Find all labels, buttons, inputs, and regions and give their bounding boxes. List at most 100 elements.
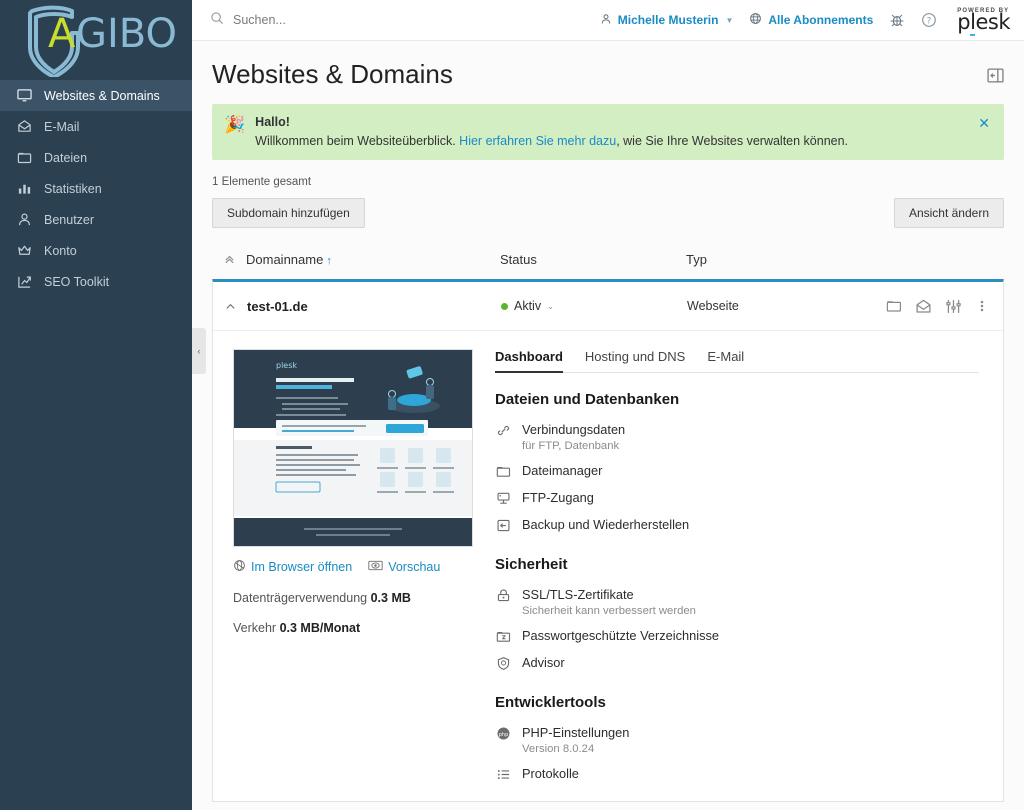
envelope-icon[interactable] [915, 298, 932, 315]
sidebar-item-statistiken[interactable]: Statistiken [0, 173, 192, 204]
disk-usage-stat: Datenträgerverwendung 0.3 MB [233, 591, 411, 605]
plesk-logo[interactable]: POWERED BY plesk [957, 8, 1010, 36]
server-icon [495, 491, 512, 506]
option-php-einstellungen[interactable]: php PHP-Einstellungen Version 8.0.24 [495, 719, 979, 760]
tab-hosting-dns[interactable]: Hosting und DNS [585, 349, 685, 372]
banner-learn-more-link[interactable]: Hier erfahren Sie mehr dazu [459, 134, 616, 148]
question-circle-icon[interactable]: ? [921, 12, 937, 28]
change-view-button[interactable]: Ansicht ändern [893, 198, 1004, 228]
site-thumbnail[interactable]: plesk [233, 349, 473, 547]
sort-ascending-icon: ↑ [326, 255, 332, 267]
link-icon [495, 423, 512, 438]
preview-link[interactable]: Vorschau [368, 559, 440, 575]
crown-icon [16, 242, 33, 259]
option-verbindungsdaten[interactable]: Verbindungsdaten für FTP, Datenbank [495, 416, 979, 457]
svg-text:?: ? [927, 16, 931, 26]
plesk-wordmark: plesk [957, 9, 1010, 36]
chevron-down-icon: ▼ [725, 15, 734, 25]
domain-name[interactable]: test-01.de [247, 299, 501, 314]
section-title-files-databases: Dateien und Datenbanken [495, 391, 680, 408]
toolbar-row: Subdomain hinzufügen Ansicht ändern [212, 198, 1004, 228]
user-name: Michelle Musterin [617, 13, 719, 27]
folder-icon [16, 149, 33, 166]
close-icon[interactable]: ✕ [978, 116, 990, 130]
option-passwortgeschuetzte-verzeichnisse[interactable]: Passwortgeschützte Verzeichnisse [495, 622, 979, 649]
row-actions [886, 298, 989, 315]
svg-text:GIBO: GIBO [76, 11, 177, 57]
tab-email[interactable]: E-Mail [707, 349, 744, 372]
preview-links: Im Browser öffnen Vorschau [233, 559, 473, 575]
option-label: PHP-Einstellungen [522, 725, 630, 740]
sidebar-nav: Websites & Domains E-Mail Dateien Statis… [0, 80, 192, 297]
open-in-browser-link[interactable]: Im Browser öffnen [233, 559, 352, 575]
banner-text-after: , wie Sie Ihre Websites verwalten können… [616, 134, 849, 148]
banner-body: Hallo! Willkommen beim Websiteüberblick.… [255, 115, 968, 148]
sidebar-item-websites-domains[interactable]: Websites & Domains [0, 80, 192, 111]
status-badge[interactable]: Aktiv ⌄ [501, 299, 687, 313]
sidebar-item-label: Benutzer [44, 212, 95, 227]
column-header-typ[interactable]: Typ [686, 252, 1004, 267]
status-label: Aktiv [514, 299, 542, 313]
bug-icon[interactable] [889, 12, 905, 28]
domain-card-body: plesk Im Browser öffnen Vorschau Datentr… [213, 331, 1003, 801]
option-backup-wiederherstellen[interactable]: Backup und Wiederherstellen [495, 511, 979, 538]
column-header-status[interactable]: Status [500, 252, 686, 267]
subscriptions-menu[interactable]: Alle Abonnements [749, 12, 873, 28]
topbar: Suchen... Michelle Musterin ▼ Alle Abonn… [192, 0, 1024, 41]
search-icon [210, 11, 224, 30]
subscriptions-label: Alle Abonnements [768, 13, 874, 27]
shield-icon [495, 656, 512, 671]
row-collapse-icon[interactable] [213, 301, 247, 312]
sidebar-item-label: SEO Toolkit [44, 274, 110, 289]
search-input[interactable]: Suchen... [210, 11, 600, 30]
sidebar-item-seo-toolkit[interactable]: SEO Toolkit [0, 266, 192, 297]
option-sublabel: Sicherheit kann verbessert werden [522, 605, 696, 617]
trending-arrow-icon [16, 273, 33, 290]
content-area: Websites & Domains 🎉 Hallo! Willkommen b… [192, 41, 1024, 810]
svg-text:plesk: plesk [276, 361, 297, 370]
option-protokolle[interactable]: Protokolle [495, 760, 979, 787]
option-dateimanager[interactable]: Dateimanager [495, 457, 979, 484]
svg-text:php: php [499, 732, 509, 738]
option-advisor[interactable]: Advisor [495, 649, 979, 676]
sidebar-item-email[interactable]: E-Mail [0, 111, 192, 142]
dots-vertical-icon[interactable] [975, 298, 989, 314]
tab-dashboard[interactable]: Dashboard [495, 349, 563, 373]
column-header-domain[interactable]: Domainname ↑ [246, 252, 500, 267]
sidebar-item-dateien[interactable]: Dateien [0, 142, 192, 173]
user-menu[interactable]: Michelle Musterin ▼ [600, 13, 734, 28]
sliders-icon[interactable] [945, 298, 962, 315]
option-ssl-tls-zertifikate[interactable]: SSL/TLS-Zertifikate Sicherheit kann verb… [495, 581, 979, 622]
backup-icon [495, 518, 512, 533]
option-label: Protokolle [522, 766, 579, 781]
php-icon: php [495, 726, 512, 741]
panel-collapse-icon[interactable] [987, 67, 1004, 89]
option-label: SSL/TLS-Zertifikate [522, 587, 634, 602]
main-area: Suchen... Michelle Musterin ▼ Alle Abonn… [192, 0, 1024, 810]
welcome-banner: 🎉 Hallo! Willkommen beim Websiteüberblic… [212, 104, 1004, 160]
brand-logo[interactable]: A GIBO [0, 0, 192, 80]
section-title-security: Sicherheit [495, 556, 568, 573]
sidebar-item-label: Konto [44, 243, 77, 258]
sidebar-collapse-handle[interactable]: ‹ [192, 328, 206, 374]
option-ftp-zugang[interactable]: FTP-Zugang [495, 484, 979, 511]
banner-text-before: Willkommen beim Websiteüberblick. [255, 134, 460, 148]
chevron-double-up-icon[interactable] [212, 254, 246, 265]
domain-card: test-01.de Aktiv ⌄ Webseite plesk Im Bro… [212, 279, 1004, 802]
folder-icon[interactable] [886, 298, 902, 314]
chevron-down-icon: ⌄ [547, 301, 554, 311]
detail-column: Dashboard Hosting und DNS E-Mail Dateien… [495, 349, 989, 787]
sidebar-item-konto[interactable]: Konto [0, 235, 192, 266]
list-icon [495, 767, 512, 782]
eye-icon [368, 559, 383, 575]
sidebar-item-benutzer[interactable]: Benutzer [0, 204, 192, 235]
bar-chart-icon [16, 180, 33, 197]
user-icon [600, 13, 612, 28]
status-dot [501, 302, 508, 310]
table-row: test-01.de Aktiv ⌄ Webseite [213, 282, 1003, 331]
banner-title: Hallo! [255, 115, 290, 129]
total-items-label: 1 Elemente gesamt [212, 176, 312, 188]
add-subdomain-button[interactable]: Subdomain hinzufügen [212, 198, 365, 228]
lock-icon [495, 588, 512, 603]
app-root: A GIBO Websites & Domains E-Mail Dateien… [0, 0, 1024, 810]
